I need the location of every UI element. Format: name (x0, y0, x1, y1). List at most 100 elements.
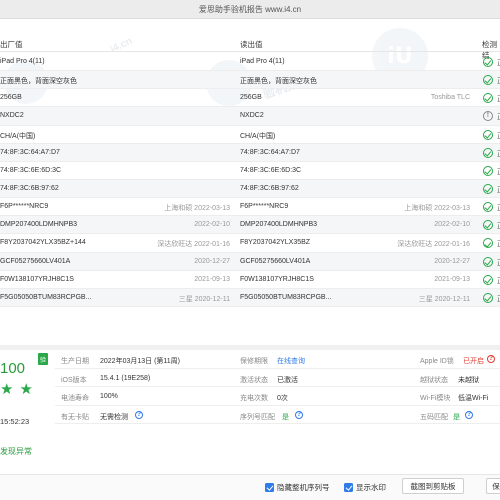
read-value: 74:8F:3C:6E:6D:3C (240, 166, 302, 174)
star-icon: ★ (0, 381, 14, 398)
factory-value: F8Y2037042YLX35BZ+144 (0, 239, 86, 247)
read-value: F0W138107YRJH8C1S (240, 275, 314, 283)
read-value: 正面黑色，背面深空灰色 (240, 78, 317, 86)
read-value: GCF05275660LV401A (240, 257, 311, 265)
check-circle-icon (483, 292, 493, 303)
info-row: 有无卡贴 无需检测 ? 序列号匹配 是 ? 五码匹配 是 ? (55, 406, 500, 424)
factory-value: iPad Pro 4(11) (0, 58, 45, 65)
production-date-label: 生产日期 (61, 358, 89, 365)
check-circle-icon (483, 202, 493, 213)
factory-value: NXDC2 (0, 112, 24, 120)
table-row: 74:8F:3C:64:A7:D774:8F:3C:64:A7:D7正 (0, 143, 500, 162)
check-circle-icon (483, 93, 493, 104)
production-date-value: 2022年03月13日 (第11周) (100, 358, 181, 365)
read-value: F8Y2037042YLX35BZ (240, 239, 311, 247)
table-row: 正面黑色，背面深空灰色正面黑色，背面深空灰色正 (0, 71, 500, 90)
table-row: F8Y2037042YLX35BZ+144 深达欣旺达 2022-01-16 F8Y… (0, 234, 500, 253)
hide-serial-checkbox[interactable]: 隐藏整机序列号 (265, 482, 330, 493)
sim-label: 有无卡贴 (61, 413, 89, 421)
activation-label: 激活状态 (240, 376, 268, 384)
read-value: iPad Pro 4(11) (240, 58, 285, 65)
rating-stars: ★ ★ (0, 382, 33, 397)
five-code-help-icon[interactable]: ? (465, 410, 473, 419)
save-button[interactable]: 保 (486, 478, 500, 494)
factory-value: DMP207400LDMHNPB3 (0, 221, 78, 229)
table-row: F0W138107YRJH8C1S 2021-09-13 F0W138107YRJH… (0, 271, 500, 289)
info-circle-icon (483, 111, 493, 122)
five-code-value: 是 (453, 413, 460, 421)
serial-match-label: 序列号匹配 (240, 413, 275, 421)
report-time: 15:52:23 (0, 417, 30, 426)
show-watermark-label: 显示水印 (356, 483, 386, 492)
wifi-label: Wi-Fi模块 (420, 395, 451, 402)
check-circle-icon (483, 220, 493, 231)
table-row: F5G05050BTUM83RCPGB... 三星 2020-12-11 F5G05… (0, 288, 500, 307)
ios-label: iOS版本 (61, 376, 87, 384)
read-value: 74:8F:3C:64:A7:D7 (240, 148, 300, 156)
read-meta: 2021-09-13 (434, 275, 470, 283)
charge-label: 充电次数 (240, 395, 268, 402)
check-circle-icon (483, 256, 493, 267)
star-icon: ★ (19, 381, 33, 398)
checkbox-checked-icon (344, 483, 353, 492)
battery-label: 电池寿命 (61, 395, 89, 402)
table-header: 出厂值 读出值 检测结 (0, 34, 500, 60)
factory-value: CH/A(中国) (0, 132, 36, 140)
verified-badge: 验 (38, 353, 48, 365)
battery-value: 100% (100, 393, 118, 400)
sim-value: 无需检测 (100, 413, 128, 421)
check-circle-icon (483, 57, 493, 67)
read-value: 74:8F:3C:6B:97:62 (240, 184, 299, 192)
check-circle-icon (483, 75, 493, 86)
window-titlebar: 爱思助手验机报告 www.i4.cn (0, 0, 500, 19)
read-meta: Toshiba TLC (430, 94, 470, 102)
table-row: iPad Pro 4(11)iPad Pro 4(11)正 (0, 53, 500, 72)
apple-id-value: 已开启 (463, 358, 484, 365)
header-factory: 出厂值 (0, 40, 23, 49)
serial-match-value: 是 (282, 413, 289, 421)
table-row: 256GB256GBToshiba TLC正 (0, 89, 500, 108)
activation-value: 已激活 (277, 376, 298, 384)
factory-value: 74:8F:3C:6B:97:62 (0, 184, 59, 192)
warranty-link[interactable]: 在线查询 (277, 356, 305, 366)
check-circle-icon (483, 238, 493, 249)
ios-value: 15.4.1 (19E258) (100, 374, 151, 382)
read-meta: 深达欣旺达 2022-01-16 (397, 241, 470, 249)
factory-meta: 2021-09-13 (194, 275, 230, 283)
copy-screenshot-button[interactable]: 截图到剪贴板 (402, 478, 464, 494)
table-row: F6P******NRC9 上海和硕 2022-03-13 F6P******NRC… (0, 198, 500, 217)
factory-value: F0W138107YRJH8C1S (0, 275, 74, 283)
info-row: 电池寿命 100% 充电次数 0次 Wi-Fi模块 低温Wi-Fi (55, 387, 500, 406)
table-row: 74:8F:3C:6B:97:6274:8F:3C:6B:97:62正 (0, 179, 500, 199)
score-value: 100 (0, 360, 26, 377)
read-meta: 2022-02-10 (434, 221, 470, 229)
factory-value: F5G05050BTUM83RCPGB... (0, 293, 92, 301)
check-circle-icon (483, 274, 493, 285)
check-circle-icon (483, 165, 493, 176)
factory-meta: 上海和硕 2022-03-13 (164, 205, 230, 213)
hide-serial-label: 隐藏整机序列号 (277, 483, 330, 492)
factory-value: F6P******NRC9 (0, 203, 49, 211)
factory-meta: 2022-02-10 (194, 221, 230, 229)
serial-match-help-icon[interactable]: ? (295, 410, 303, 419)
charge-value: 0次 (277, 395, 288, 402)
read-meta: 2020-12-27 (434, 257, 470, 265)
check-circle-icon (483, 147, 493, 158)
five-code-label: 五码匹配 (420, 413, 448, 421)
detected-issue-text: 发现异常 (0, 447, 32, 456)
window-title: 爱思助手验机报告 www.i4.cn (198, 4, 302, 14)
factory-meta: 深达欣旺达 2022-01-16 (157, 241, 230, 249)
checkbox-checked-icon (265, 483, 274, 492)
factory-value: 正面黑色，背面深空灰色 (0, 78, 77, 86)
read-meta: 上海和硕 2022-03-13 (404, 205, 470, 213)
read-value: 256GB (240, 94, 262, 102)
apple-id-label: Apple ID锁 (420, 358, 454, 365)
apple-id-help-icon[interactable]: ? (487, 355, 495, 363)
wifi-value: 低温Wi-Fi (458, 395, 489, 402)
table-row: CH/A(中国)CH/A(中国)正 (0, 126, 500, 144)
factory-meta: 2020-12-27 (194, 257, 230, 265)
warranty-label: 保修期限 (240, 358, 268, 365)
show-watermark-checkbox[interactable]: 显示水印 (344, 482, 386, 493)
sim-help-icon[interactable]: ? (135, 410, 143, 419)
read-value: F5G05050BTUM83RCPGB... (240, 293, 332, 301)
